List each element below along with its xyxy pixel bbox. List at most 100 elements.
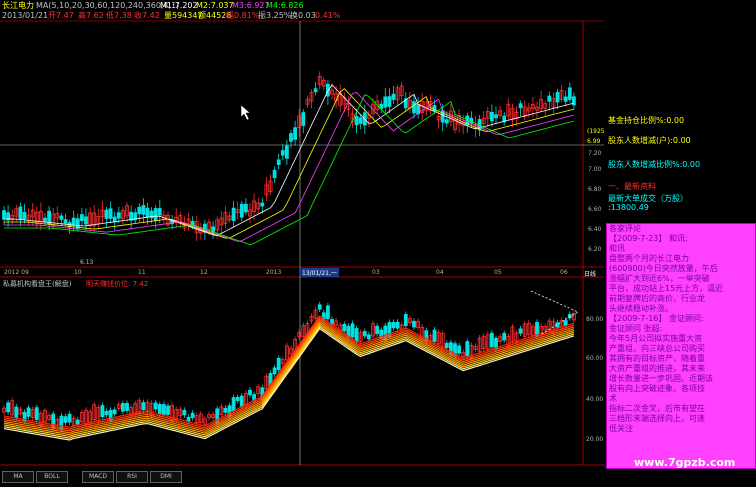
news-line: 和讯 — [609, 244, 625, 253]
lower-candle-body — [444, 342, 449, 348]
news-line: 各家评论 — [609, 224, 641, 233]
lower-candle-body — [223, 407, 228, 413]
lower-candle-body — [235, 396, 240, 401]
candle-body — [116, 212, 121, 219]
cursor-date-label: 13/01/21,一 — [300, 268, 339, 277]
candle-body — [47, 210, 51, 225]
price-axis-highlight-bottom: 6.99 — [587, 138, 601, 145]
news-line: 涨幅扩大到近6%，一举突破 — [609, 274, 710, 283]
lower-candle-body — [403, 314, 408, 327]
candle-body — [43, 217, 47, 222]
tab-macd[interactable]: MACD — [82, 471, 114, 483]
info-low: 低7.38 — [106, 11, 132, 20]
lower-candle-body — [366, 334, 371, 340]
lower-candle-body — [63, 416, 68, 423]
lower-candle-body — [14, 406, 19, 419]
candle-body — [59, 215, 64, 220]
news-line: 术 — [609, 394, 617, 403]
news-line: 金证顾问 张超: — [609, 324, 663, 333]
holder-count-change: 股东人数增减(户):0.00 — [608, 136, 691, 145]
candle-body — [108, 208, 113, 219]
news-line: 【2009-7-16】 金证顾问: — [609, 314, 704, 323]
lower-panel-title: 私募机构看盘王(解盘) — [3, 280, 72, 288]
news-line: 盘整两个月的长江电力 — [609, 254, 689, 263]
tab-ma[interactable]: MA — [2, 471, 34, 483]
candle-body — [358, 117, 363, 124]
lower-candle-body — [67, 413, 72, 423]
lower-candle-body — [26, 407, 31, 417]
lower-axis-label: 20.00 — [586, 436, 604, 443]
ma-m4: M4:6.826 — [266, 1, 304, 10]
ma-m3: M3:6.927 — [232, 1, 270, 10]
candle-body — [137, 206, 142, 215]
lower-candle-body — [239, 395, 244, 407]
candle-body — [325, 83, 330, 97]
lower-candle-body — [518, 328, 523, 334]
candle-body — [276, 159, 281, 165]
info-turnover: 换0.03 — [290, 11, 316, 20]
low-price-marker: 6.13 — [80, 259, 94, 266]
news-line: 今年5月公司拟实施重大资 — [609, 334, 703, 343]
info-high: 高7.62 — [78, 11, 104, 20]
candle-body — [63, 219, 68, 224]
candle-body — [555, 92, 560, 103]
kline-chart-area[interactable] — [0, 0, 604, 487]
mouse-cursor-icon — [240, 104, 251, 121]
candle-body — [293, 127, 298, 140]
info-open: 开7.47 — [48, 11, 74, 20]
lower-candle-body — [157, 403, 162, 415]
candle-body — [289, 133, 293, 142]
lower-candle-body — [432, 329, 437, 342]
lower-candle-body — [186, 416, 191, 422]
news-line: 指标二次金叉，后市有望在 — [609, 404, 705, 413]
stock-name: 长江电力 — [2, 1, 34, 10]
moving-average-line — [4, 92, 574, 242]
lower-candle-body — [231, 397, 236, 412]
lower-candle-body — [342, 324, 347, 332]
candle-body — [141, 205, 146, 215]
tab-rsi[interactable]: RSI — [116, 471, 148, 483]
ma-m2: M2:7.037 — [196, 1, 234, 10]
candle-body — [444, 119, 449, 124]
cost-ribbon-line — [3, 322, 575, 436]
lower-candle-body — [272, 367, 277, 375]
cost-ribbon-line — [3, 325, 575, 439]
lower-candle-body — [248, 389, 252, 396]
candle-body — [231, 207, 236, 222]
info-volume: 量594347 — [164, 11, 203, 20]
ma-params: MA(5,10,20,30,60,120,240,360,4,1) — [36, 1, 180, 10]
candle-body — [354, 116, 359, 126]
price-axis-label: 6.20 — [588, 246, 602, 253]
site-watermark: www.7gpzb.com — [634, 456, 736, 469]
price-axis-highlight-top: (1925) — [587, 128, 607, 135]
cost-ribbon-line — [3, 324, 575, 438]
news-line: 低关注 — [609, 424, 633, 433]
lower-candle-body — [6, 402, 10, 413]
lower-candle-body — [502, 332, 507, 341]
candle-body — [518, 103, 523, 109]
candle-body — [489, 111, 494, 122]
tab-dmi[interactable]: DMI — [150, 471, 182, 483]
tab-boll[interactable]: BOLL — [36, 471, 68, 483]
lower-candle-body — [166, 405, 170, 415]
candle-body — [2, 210, 6, 220]
news-commentary-panel[interactable]: 各家评论 【2009-7-23】 和讯: 和讯 盘整两个月的长江电力 (6009… — [606, 223, 756, 469]
news-line: 大资产重组的推进，其未来 — [609, 364, 705, 373]
cost-ribbon-line — [3, 327, 575, 441]
lower-candle-body — [112, 409, 117, 415]
candle-body — [145, 207, 150, 218]
x-axis-label: 12 — [200, 269, 208, 276]
lower-candle-body — [350, 323, 355, 338]
lower-candle-body — [182, 409, 187, 416]
period-label[interactable]: 日线 — [584, 269, 596, 278]
moving-average-line — [4, 94, 574, 246]
info-amplitude: 振3.25% — [258, 11, 292, 20]
lower-candle-body — [391, 322, 396, 329]
candle-body — [301, 112, 306, 126]
candle-body — [387, 96, 392, 107]
x-axis-label: 2013 — [266, 269, 282, 276]
holder-count-ratio: 股东人数增减比例%:0.00 — [608, 160, 701, 169]
news-line: 头继续稳动补涨。 — [609, 304, 673, 313]
x-axis-label: 06 — [560, 269, 568, 276]
candle-body — [391, 93, 396, 100]
